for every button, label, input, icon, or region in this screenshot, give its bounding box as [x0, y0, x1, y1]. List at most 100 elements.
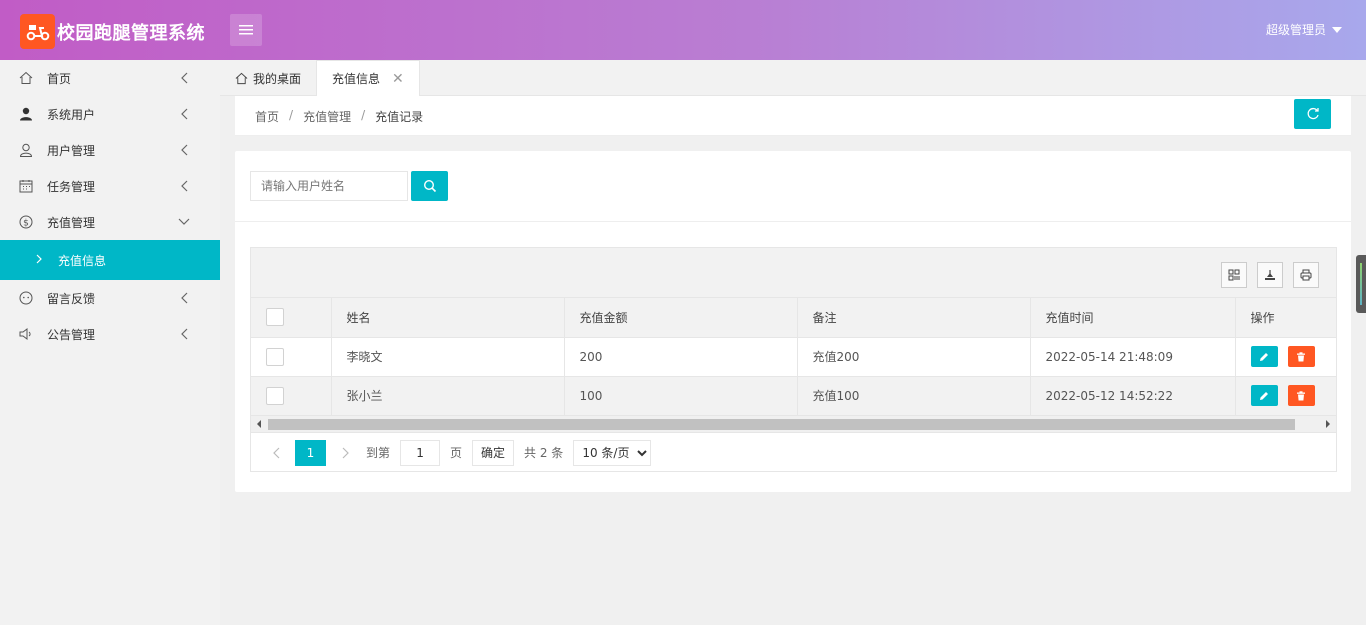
- horizontal-scrollbar[interactable]: [251, 415, 1336, 433]
- table-header-row: 姓名 充值金额 备注 充值时间 操作: [251, 298, 1336, 338]
- person-icon: [18, 106, 34, 122]
- delete-button[interactable]: [1287, 346, 1315, 367]
- breadcrumb-separator: /: [289, 108, 294, 122]
- search-input[interactable]: [250, 171, 408, 201]
- user-icon: [18, 142, 34, 158]
- sidebar-item-recharge-management[interactable]: $ 充值管理: [0, 204, 220, 240]
- export-button[interactable]: [1257, 262, 1283, 288]
- widget-level-bar: [1360, 263, 1362, 305]
- search-form: [250, 171, 448, 201]
- pencil-icon: [1260, 352, 1268, 361]
- home-icon: [18, 70, 34, 86]
- column-header: 操作: [1235, 298, 1336, 338]
- sidebar-item-announcements[interactable]: 公告管理: [0, 316, 220, 352]
- caret-down-icon: [1332, 26, 1342, 33]
- cell-time: 2022-05-14 21:48:09: [1030, 337, 1236, 377]
- columns-icon: [1228, 269, 1240, 281]
- close-icon[interactable]: ✕: [392, 71, 404, 87]
- tab-label: 充值信息: [332, 72, 381, 86]
- column-header[interactable]: 充值时间: [1030, 298, 1236, 338]
- edit-button[interactable]: [1250, 385, 1278, 406]
- data-table: 姓名 充值金额 备注 充值时间 操作 李晓文 200 充值200 2022-05…: [250, 247, 1337, 472]
- search-icon: [423, 179, 436, 193]
- row-checkbox[interactable]: [266, 347, 284, 366]
- page-number-current[interactable]: 1: [295, 439, 326, 466]
- user-menu[interactable]: 超级管理员: [1266, 21, 1342, 38]
- svg-text:$: $: [23, 219, 29, 229]
- tab-recharge-info[interactable]: 充值信息 ✕: [316, 60, 420, 96]
- select-all-cell: [251, 298, 332, 338]
- scrollbar-thumb[interactable]: [268, 418, 1295, 430]
- records-table: 姓名 充值金额 备注 充值时间 操作 李晓文 200 充值200 2022-05…: [251, 298, 1336, 416]
- cell-actions: [1235, 376, 1336, 416]
- page-size-select[interactable]: 10 条/页: [573, 439, 652, 466]
- column-header[interactable]: 备注: [797, 298, 1031, 338]
- sidebar-item-label: 任务管理: [47, 179, 96, 194]
- table-toolbar: [251, 248, 1336, 298]
- chevron-right-icon: [342, 447, 349, 458]
- cell-actions: [1235, 337, 1336, 377]
- goto-confirm-button[interactable]: 确定: [472, 439, 515, 466]
- breadcrumb-bar: 首页 / 充值管理 / 充值记录: [235, 96, 1351, 136]
- sidebar-item-label: 用户管理: [47, 143, 96, 158]
- edit-button[interactable]: [1250, 346, 1278, 367]
- breadcrumb-separator: /: [361, 108, 366, 122]
- print-icon: [1300, 269, 1312, 281]
- chevron-left-icon: [178, 72, 190, 84]
- divider: [235, 221, 1351, 222]
- scroll-right-arrow-icon[interactable]: [1326, 419, 1330, 428]
- search-button[interactable]: [411, 171, 448, 201]
- calendar-icon: [18, 178, 34, 194]
- cell-note: 充值200: [797, 337, 1031, 377]
- home-icon: [235, 72, 248, 85]
- sidebar-item-feedback[interactable]: 留言反馈: [0, 280, 220, 316]
- breadcrumb-item[interactable]: 首页: [255, 108, 279, 125]
- menu-toggle-button[interactable]: [230, 14, 262, 46]
- main-card: 姓名 充值金额 备注 充值时间 操作 李晓文 200 充值200 2022-05…: [235, 151, 1351, 492]
- sidebar-item-user-management[interactable]: 用户管理: [0, 132, 220, 168]
- column-filter-button[interactable]: [1221, 262, 1247, 288]
- select-all-checkbox[interactable]: [266, 308, 284, 327]
- goto-page-input[interactable]: [400, 439, 441, 466]
- top-header: 校园跑腿管理系统 超级管理员: [0, 0, 1366, 60]
- sidebar-item-label: 公告管理: [47, 327, 96, 342]
- chevron-left-icon: [178, 108, 190, 120]
- row-select-cell: [251, 337, 332, 377]
- tab-my-desktop[interactable]: 我的桌面: [220, 60, 316, 96]
- chevron-left-icon: [272, 447, 279, 458]
- next-page-button[interactable]: [330, 440, 360, 466]
- delete-button[interactable]: [1287, 385, 1315, 406]
- sidebar-item-task-management[interactable]: 任务管理: [0, 168, 220, 204]
- column-header[interactable]: 姓名: [331, 298, 565, 338]
- prev-page-button[interactable]: [261, 440, 291, 466]
- total-count: 共 2 条: [524, 446, 564, 460]
- refresh-button[interactable]: [1294, 99, 1331, 129]
- goto-label: 到第: [366, 446, 391, 460]
- trash-icon: [1297, 390, 1305, 400]
- print-button[interactable]: [1293, 262, 1319, 288]
- sidebar-item-system-users[interactable]: 系统用户: [0, 96, 220, 132]
- row-checkbox[interactable]: [266, 386, 284, 405]
- scooter-logo-icon: [20, 14, 55, 49]
- sidebar-item-home[interactable]: 首页: [0, 60, 220, 96]
- chevron-left-icon: [178, 144, 190, 156]
- breadcrumb-item[interactable]: 充值管理: [303, 108, 351, 125]
- app-title: 校园跑腿管理系统: [57, 22, 205, 44]
- sidebar-subitem-label: 充值信息: [58, 253, 107, 268]
- cell-amount: 100: [564, 376, 798, 416]
- chevron-down-icon: [178, 216, 190, 228]
- table-row: 张小兰 100 充值100 2022-05-12 14:52:22: [251, 376, 1336, 416]
- side-widget-handle[interactable]: [1356, 255, 1366, 313]
- sidebar-item-label: 留言反馈: [47, 291, 96, 306]
- cell-time: 2022-05-12 14:52:22: [1030, 376, 1236, 416]
- column-header[interactable]: 充值金额: [564, 298, 798, 338]
- sidebar-subitem-recharge-info[interactable]: 充值信息: [0, 240, 220, 280]
- user-name: 超级管理员: [1265, 23, 1326, 37]
- scroll-left-arrow-icon[interactable]: [257, 419, 261, 428]
- cell-name: 张小兰: [331, 376, 565, 416]
- speaker-icon: [18, 326, 34, 342]
- sidebar-item-label: 充值管理: [47, 215, 96, 230]
- hamburger-icon: [239, 25, 253, 35]
- breadcrumb-current: 充值记录: [375, 110, 424, 124]
- logo[interactable]: 校园跑腿管理系统: [20, 14, 205, 49]
